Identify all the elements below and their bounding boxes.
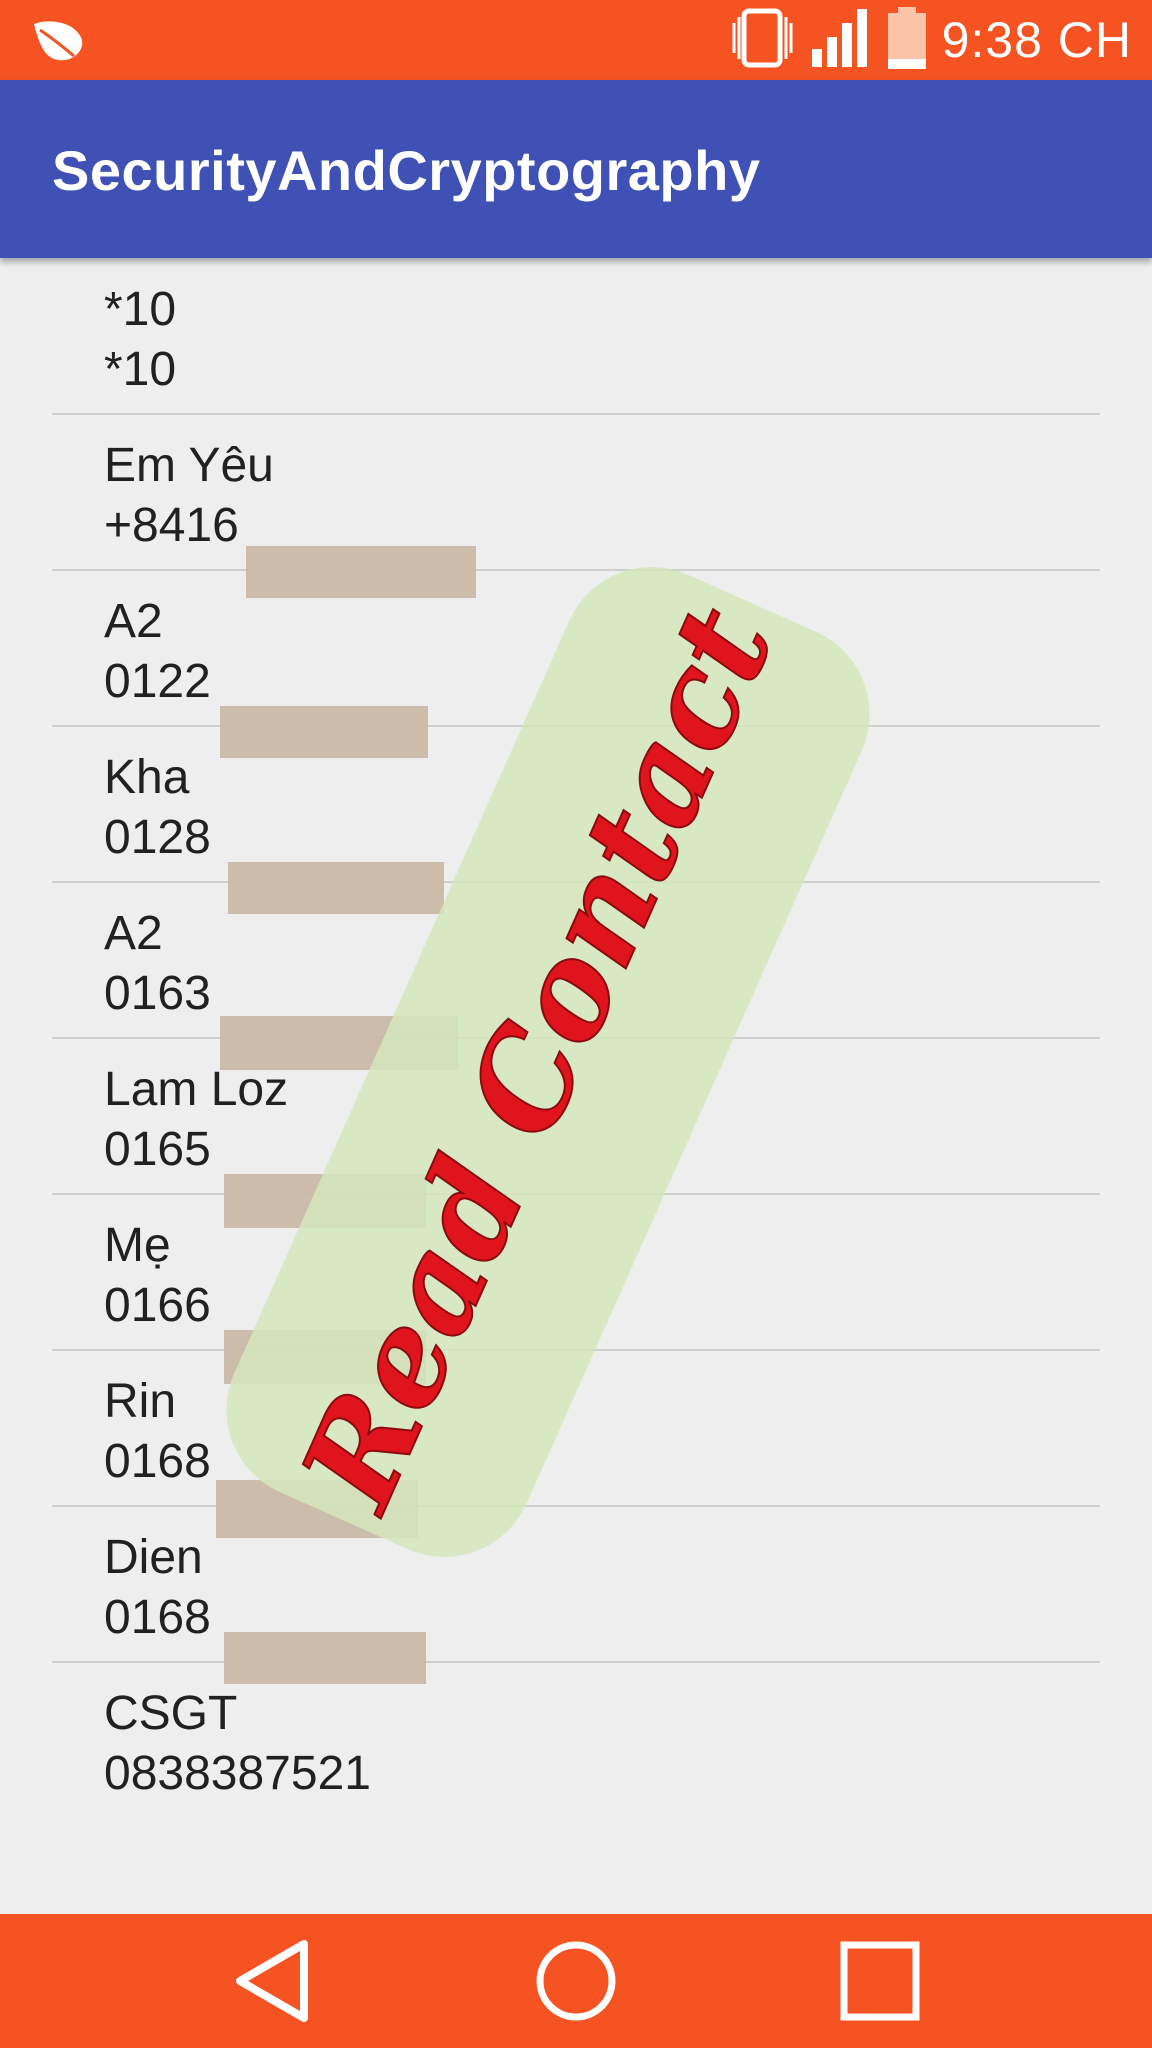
status-time: 9:38 CH — [941, 12, 1132, 68]
nav-bar — [0, 1914, 1152, 2048]
contact-row[interactable]: CSGT 0838387521 — [52, 1662, 1100, 1817]
contact-phone: 0165 — [104, 1123, 211, 1176]
contact-row[interactable]: Kha 0128 — [52, 726, 1100, 883]
contact-phone: +8416 — [104, 499, 239, 552]
signal-icon — [810, 8, 872, 72]
contact-phone: 0122 — [104, 655, 211, 708]
contact-phone: 0838387521 — [104, 1747, 371, 1800]
redaction-box — [224, 1632, 426, 1684]
contact-row[interactable]: A2 0122 — [52, 570, 1100, 727]
contact-row[interactable]: *10 *10 — [52, 258, 1100, 415]
home-button[interactable] — [496, 1914, 656, 2048]
contact-row[interactable]: Lam Loz 0165 — [52, 1038, 1100, 1195]
contact-name: A2 — [104, 595, 163, 648]
contact-row[interactable]: Rin 0168 — [52, 1350, 1100, 1507]
redaction-box — [224, 1174, 426, 1228]
contact-name: CSGT — [104, 1687, 238, 1740]
leaf-icon — [30, 18, 86, 69]
redaction-box — [220, 706, 428, 758]
recents-icon — [840, 1941, 920, 2021]
vibrate-icon — [730, 7, 796, 74]
recents-button[interactable] — [800, 1914, 960, 2048]
redaction-box — [224, 1330, 426, 1384]
contact-phone: 0163 — [104, 967, 211, 1020]
status-bar: 9:38 CH — [0, 0, 1152, 80]
contact-phone: 0168 — [104, 1591, 211, 1644]
contact-phone: 0168 — [104, 1435, 211, 1488]
redaction-box — [220, 1016, 458, 1070]
contact-name: *10 — [104, 283, 177, 336]
contact-name: Rin — [104, 1375, 177, 1428]
contact-name: Lam Loz — [104, 1063, 289, 1116]
contact-phone: *10 — [104, 343, 177, 396]
contact-name: Em Yêu — [104, 439, 274, 492]
contact-row[interactable]: Dien 0168 — [52, 1506, 1100, 1663]
back-button[interactable] — [192, 1914, 352, 2048]
contact-row[interactable]: Em Yêu +8416 — [52, 414, 1100, 571]
battery-icon — [886, 6, 928, 74]
contact-phone: 0166 — [104, 1279, 211, 1332]
redaction-box — [228, 862, 444, 914]
contact-phone: 0128 — [104, 811, 211, 864]
redaction-box — [216, 1480, 418, 1538]
home-icon — [536, 1941, 616, 2021]
contact-name: Dien — [104, 1531, 203, 1584]
contact-row[interactable]: Mẹ 0166 — [52, 1194, 1100, 1351]
contact-name: A2 — [104, 907, 163, 960]
back-icon — [236, 1940, 308, 2022]
contact-name: Mẹ — [104, 1219, 171, 1272]
contact-name: Kha — [104, 751, 190, 804]
contact-row[interactable]: A2 0163 — [52, 882, 1100, 1039]
app-bar: SecurityAndCryptography — [0, 80, 1152, 258]
app-title: SecurityAndCryptography — [52, 139, 761, 202]
redaction-box — [246, 546, 476, 598]
